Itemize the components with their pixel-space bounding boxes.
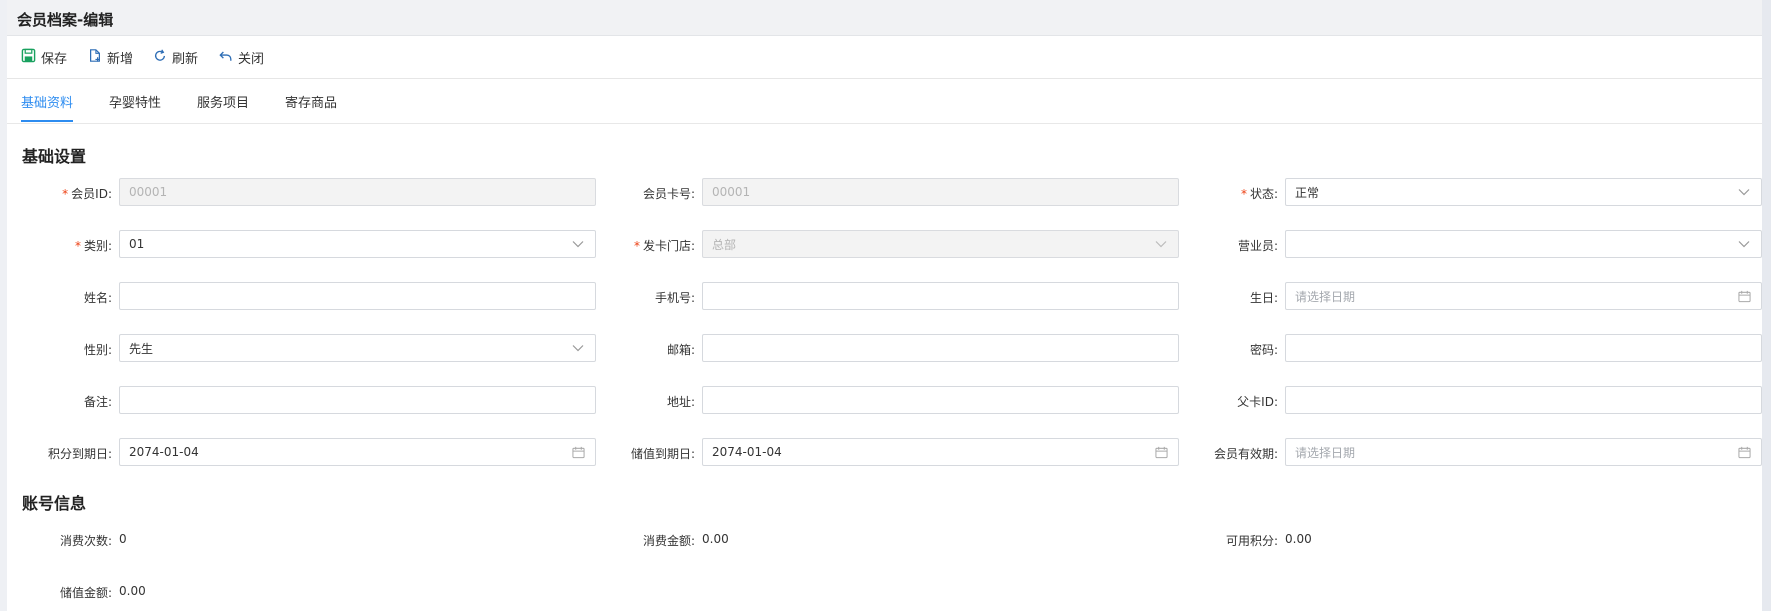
- required-mark: *: [633, 239, 640, 253]
- issuing-store-label: * 发卡门店:: [633, 239, 695, 253]
- available-points-label: 可用积分:: [1225, 534, 1278, 548]
- gender-select[interactable]: 先生: [119, 334, 596, 362]
- page-title: 会员档案-编辑: [17, 11, 114, 29]
- calendar-icon: [1737, 445, 1751, 459]
- chevron-down-icon: [1737, 185, 1751, 199]
- member-validity-label: 会员有效期:: [1213, 447, 1278, 461]
- stored-value-expiry-label: 储值到期日:: [630, 447, 695, 461]
- address-label: 地址:: [666, 395, 695, 409]
- section-title-account: 账号信息: [22, 494, 87, 513]
- category-label: * 类别:: [74, 239, 112, 253]
- toolbar: 保存 新增 刷新 关闭: [7, 36, 1762, 79]
- chevron-down-icon: [1154, 237, 1168, 251]
- new-button[interactable]: 新增: [88, 47, 133, 67]
- consume-amount-value: 0.00: [702, 532, 729, 546]
- new-label: 新增: [107, 51, 134, 67]
- points-expiry-datepicker[interactable]: 2074-01-04: [119, 438, 596, 466]
- tab-deposited-goods[interactable]: 寄存商品: [285, 92, 337, 122]
- password-label: 密码:: [1249, 343, 1278, 357]
- status-label: * 状态:: [1240, 187, 1278, 201]
- remark-label: 备注:: [83, 395, 112, 409]
- refresh-label: 刷新: [172, 51, 199, 67]
- email-input[interactable]: [702, 334, 1179, 362]
- status-select[interactable]: 正常: [1285, 178, 1762, 206]
- address-input[interactable]: [702, 386, 1179, 414]
- save-button[interactable]: 保存: [21, 47, 67, 67]
- gender-label: 性别:: [83, 343, 112, 357]
- salesperson-select[interactable]: [1285, 230, 1762, 258]
- calendar-icon: [1154, 445, 1168, 459]
- new-file-icon: [88, 48, 107, 67]
- parent-card-id-label: 父卡ID:: [1237, 395, 1278, 409]
- name-label: 姓名:: [83, 291, 112, 305]
- member-id-label: * 会员ID:: [62, 187, 112, 201]
- birthday-datepicker[interactable]: 请选择日期: [1285, 282, 1762, 310]
- issuing-store-select[interactable]: 总部: [702, 230, 1179, 258]
- save-label: 保存: [41, 51, 68, 67]
- card-no-field[interactable]: 00001: [702, 178, 1179, 206]
- remark-input[interactable]: [119, 386, 596, 414]
- undo-icon: [219, 48, 238, 67]
- chevron-down-icon: [571, 237, 585, 251]
- mobile-label: 手机号:: [654, 291, 695, 305]
- section-title-basic: 基础设置: [22, 147, 87, 166]
- tab-basic-info[interactable]: 基础资料: [21, 92, 74, 122]
- parent-card-id-input[interactable]: [1285, 386, 1762, 414]
- chevron-down-icon: [571, 341, 585, 355]
- card-no-label: 会员卡号:: [642, 187, 695, 201]
- stored-amount-label: 储值金额:: [59, 586, 112, 600]
- name-input[interactable]: [119, 282, 596, 310]
- close-label: 关闭: [238, 51, 265, 67]
- title-bar: 会员档案-编辑: [7, 0, 1762, 36]
- calendar-icon: [571, 445, 585, 459]
- stored-value-expiry-datepicker[interactable]: 2074-01-04: [702, 438, 1179, 466]
- available-points-value: 0.00: [1285, 532, 1312, 546]
- stored-amount-value: 0.00: [119, 584, 146, 598]
- consume-amount-label: 消费金额:: [642, 534, 695, 548]
- password-input[interactable]: [1285, 334, 1762, 362]
- points-expiry-label: 积分到期日:: [47, 447, 112, 461]
- email-label: 邮箱:: [666, 343, 695, 357]
- consume-count-value: 0: [119, 532, 127, 546]
- member-validity-datepicker[interactable]: 请选择日期: [1285, 438, 1762, 466]
- refresh-icon: [153, 48, 172, 67]
- save-icon: [21, 48, 41, 67]
- category-select[interactable]: 01: [119, 230, 596, 258]
- birthday-label: 生日:: [1249, 291, 1278, 305]
- chevron-down-icon: [1737, 237, 1751, 251]
- calendar-icon: [1737, 289, 1751, 303]
- required-mark: *: [62, 187, 69, 201]
- required-mark: *: [1240, 187, 1247, 201]
- consume-count-label: 消费次数:: [59, 534, 112, 548]
- salesperson-label: 营业员:: [1237, 239, 1278, 253]
- mobile-input[interactable]: [702, 282, 1179, 310]
- refresh-button[interactable]: 刷新: [153, 47, 198, 67]
- scrollbar[interactable]: [1762, 0, 1771, 611]
- tab-bar: 基础资料 孕婴特性 服务项目 寄存商品: [7, 79, 1762, 124]
- tab-service-items[interactable]: 服务项目: [197, 92, 249, 122]
- left-edge: [0, 0, 7, 611]
- close-button[interactable]: 关闭: [219, 47, 264, 67]
- required-mark: *: [74, 239, 81, 253]
- member-id-field[interactable]: 00001: [119, 178, 596, 206]
- tab-maternal-infant[interactable]: 孕婴特性: [109, 92, 161, 122]
